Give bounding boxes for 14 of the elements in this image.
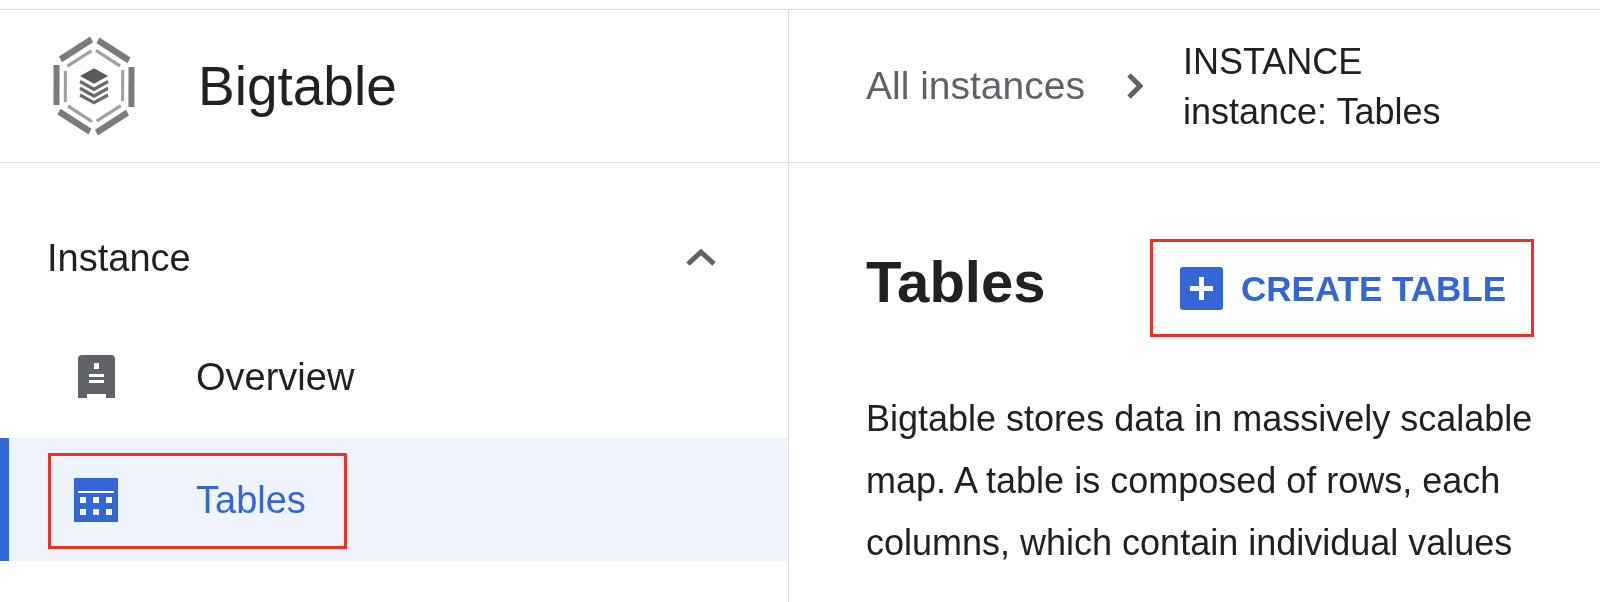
chevron-right-icon <box>1124 71 1145 101</box>
plus-icon <box>1180 266 1223 310</box>
nav-item[interactable]: Tables <box>0 438 788 561</box>
section-title: Instance <box>47 236 191 280</box>
id-card-icon <box>77 355 115 398</box>
breadcrumb-link[interactable]: All instances <box>866 63 1085 109</box>
breadcrumb-current: instance: Tables <box>1182 90 1441 134</box>
page-title: Tables <box>866 248 1047 316</box>
app-title: Bigtable <box>198 54 397 118</box>
create-table-button[interactable]: CREATE TABLE <box>1168 259 1519 317</box>
breadcrumb-label: INSTANCE <box>1182 40 1364 84</box>
chevron-up-icon[interactable] <box>685 249 717 267</box>
table-grid-icon <box>74 477 118 522</box>
description-text: Bigtable stores data in massively scalable map. A table is composed of rows, each columns, which contain individual values <box>866 397 1534 565</box>
